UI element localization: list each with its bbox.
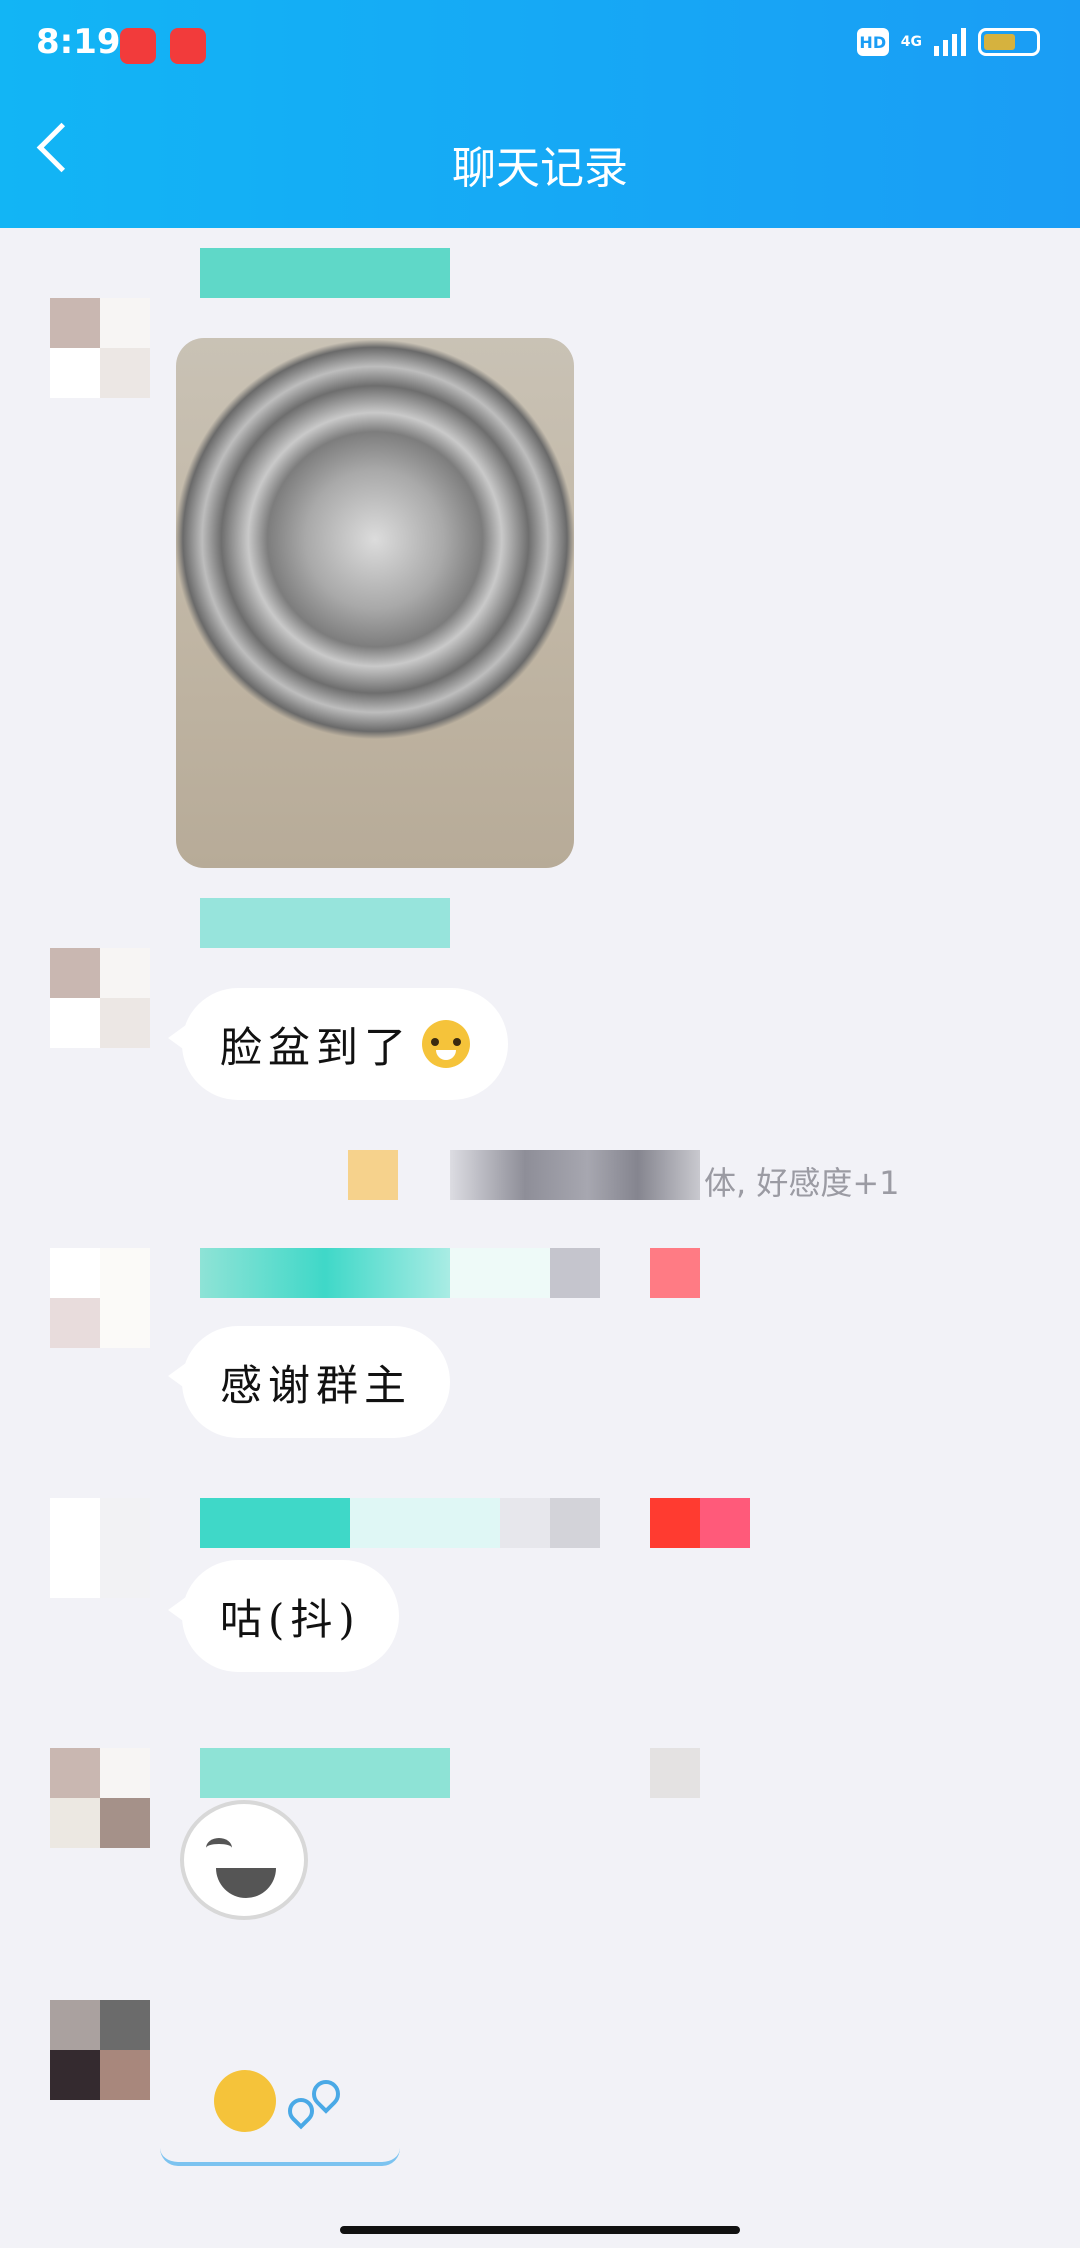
hd-icon: HD <box>856 28 889 56</box>
sender-name <box>200 248 450 298</box>
status-icons: HD 4G <box>856 28 1040 56</box>
sender-name <box>200 1498 750 1548</box>
status-time: 8:19 <box>36 22 121 62</box>
message-bubble[interactable]: 脸盆到了 <box>168 988 509 1100</box>
dog-emoji-icon <box>422 1020 471 1068</box>
sender-name <box>200 1748 700 1798</box>
page-title: 聊天记录 <box>452 143 628 194</box>
laughing-face-sticker-icon[interactable] <box>180 1800 308 1920</box>
app-header: 8:19 HD 4G 聊天记录 <box>0 0 1080 228</box>
notification-app-icon <box>170 28 206 64</box>
message-text: 感谢群主 <box>220 1360 413 1410</box>
message-bubble[interactable]: 感谢群主 <box>168 1326 451 1438</box>
avatar[interactable] <box>50 1498 150 1598</box>
message-text: 咕(抖) <box>220 1594 361 1644</box>
battery-icon <box>978 28 1040 56</box>
sender-name <box>200 1248 700 1298</box>
sender-name <box>200 898 450 948</box>
avatar[interactable] <box>50 948 150 1048</box>
avatar[interactable] <box>50 2000 150 2100</box>
message-bubble[interactable]: 咕(抖) <box>168 1560 399 1672</box>
message-text: 脸盆到了 <box>220 1022 413 1072</box>
sweat-drop-icon <box>282 2074 346 2130</box>
signal-icon <box>934 28 966 56</box>
home-indicator[interactable] <box>340 2226 740 2234</box>
dog-sticker-icon[interactable] <box>214 2070 276 2132</box>
system-note-text: 体, 好感度+1 <box>704 1164 900 1202</box>
avatar[interactable] <box>50 1248 150 1348</box>
network-type: 4G <box>900 34 922 50</box>
avatar[interactable] <box>50 298 150 398</box>
avatar[interactable] <box>50 1748 150 1848</box>
notification-app-icon <box>120 28 156 64</box>
chat-photo[interactable] <box>176 338 574 868</box>
sticker-decoration <box>160 2148 400 2166</box>
